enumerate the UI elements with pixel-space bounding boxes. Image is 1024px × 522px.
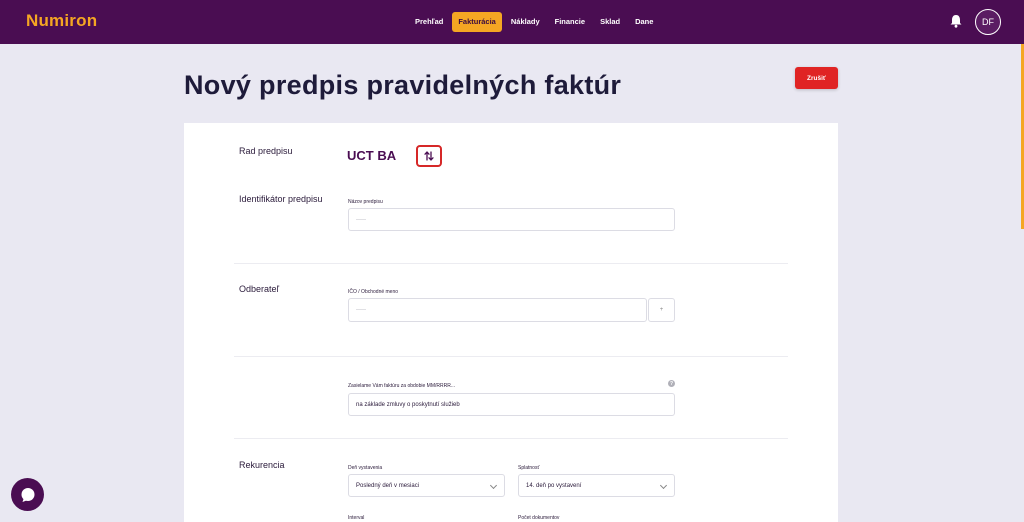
name-field-label: Názov predpisu bbox=[348, 199, 383, 205]
bell-icon[interactable] bbox=[948, 13, 964, 29]
issue-day-value: Posledný deň v mesiaci bbox=[356, 482, 420, 489]
chat-widget-button[interactable] bbox=[11, 478, 44, 511]
issue-day-label: Deň vystavenia bbox=[348, 465, 383, 471]
nav-item-prehlad[interactable]: Prehľad bbox=[409, 12, 449, 32]
top-navigation-bar: Numiron Prehľad Fakturácia Náklady Finan… bbox=[0, 0, 1024, 44]
recurrence-label: Rekurencia bbox=[239, 460, 285, 470]
series-value: UCT BA bbox=[347, 148, 397, 163]
page-title: Nový predpis pravidelných faktúr bbox=[184, 70, 622, 100]
due-select[interactable]: 14. deň po vystavení bbox=[518, 474, 675, 497]
divider bbox=[234, 438, 788, 439]
name-placeholder: ----- bbox=[356, 216, 366, 223]
nav-item-naklady[interactable]: Náklady bbox=[505, 12, 546, 32]
interval-label: Interval bbox=[348, 515, 365, 521]
nav-item-financie[interactable]: Financie bbox=[549, 12, 591, 32]
name-input[interactable]: ----- bbox=[348, 208, 675, 231]
intro-text-input[interactable]: na základe zmluvy o poskytnutí služieb bbox=[348, 393, 675, 416]
nav-item-sklad[interactable]: Sklad bbox=[594, 12, 626, 32]
info-icon[interactable]: ? bbox=[668, 380, 675, 387]
ico-placeholder: ----- bbox=[356, 307, 366, 313]
divider bbox=[234, 356, 788, 357]
chevron-down-icon bbox=[659, 481, 668, 490]
intro-field-label: Zasielame Vám faktúru za obdobie MM/RRRR… bbox=[348, 383, 455, 389]
user-avatar[interactable]: DF bbox=[975, 9, 1001, 35]
series-label: Rad predpisu bbox=[239, 146, 293, 156]
issue-day-select[interactable]: Posledný deň v mesiaci bbox=[348, 474, 505, 497]
doc-count-label: Počet dokumentov bbox=[518, 515, 560, 521]
ico-field-label: IČO / Obchodné meno bbox=[348, 289, 399, 295]
switch-series-button[interactable] bbox=[416, 145, 442, 167]
due-value: 14. deň po vystavení bbox=[526, 482, 582, 489]
app-logo[interactable]: Numiron bbox=[26, 11, 97, 31]
nav-item-dane[interactable]: Dane bbox=[629, 12, 659, 32]
ico-input[interactable]: ----- bbox=[348, 298, 647, 322]
due-label: Splatnosť bbox=[518, 465, 540, 471]
divider bbox=[234, 263, 788, 264]
chat-bubble-icon bbox=[21, 487, 34, 502]
chevron-down-icon bbox=[489, 481, 498, 490]
customer-label: Odberateľ bbox=[239, 284, 280, 294]
identifier-label: Identifikátor predpisu bbox=[239, 194, 323, 204]
cancel-button[interactable]: Zrušiť bbox=[795, 67, 838, 89]
nav-item-fakturacia[interactable]: Fakturácia bbox=[452, 12, 502, 32]
add-customer-button[interactable]: + bbox=[648, 298, 675, 322]
swap-arrows-icon bbox=[424, 151, 434, 161]
main-nav: Prehľad Fakturácia Náklady Financie Skla… bbox=[409, 12, 662, 32]
